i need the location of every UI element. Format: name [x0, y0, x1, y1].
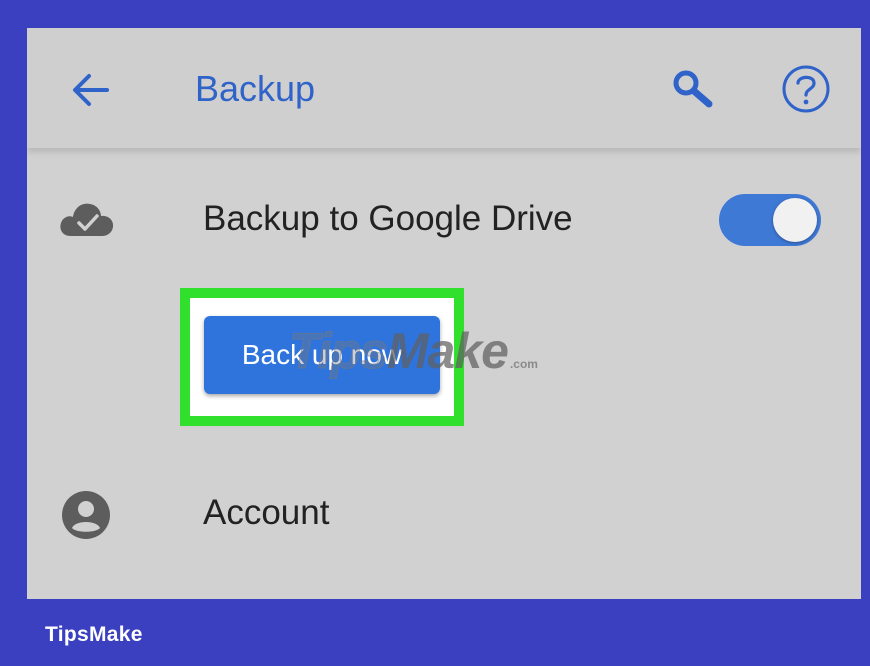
- help-circle-icon: [782, 65, 830, 113]
- app-toolbar: Backup: [27, 28, 861, 148]
- toggle-knob: [773, 198, 817, 242]
- search-icon: [673, 70, 713, 108]
- account-row[interactable]: Account: [27, 468, 861, 558]
- page-title: Backup: [195, 68, 316, 109]
- app-screen: Backup Backup to Google Drive Back up no…: [27, 28, 861, 599]
- arrow-left-icon: [73, 74, 109, 106]
- brand-bar: TipsMake: [0, 599, 870, 666]
- back-button[interactable]: [67, 66, 115, 114]
- account-label: Account: [203, 493, 330, 532]
- brand-logo-text: TipsMake: [45, 623, 143, 646]
- watermark-com: .com: [509, 357, 538, 371]
- search-button[interactable]: [667, 64, 719, 116]
- backup-toggle[interactable]: [719, 194, 821, 246]
- cloud-check-icon: [60, 203, 114, 236]
- back-up-now-button[interactable]: Back up now: [204, 316, 440, 394]
- backup-to-drive-label: Backup to Google Drive: [203, 199, 573, 238]
- help-button[interactable]: [779, 62, 833, 116]
- account-circle-icon: [62, 491, 110, 539]
- backup-to-drive-row[interactable]: Backup to Google Drive: [27, 178, 861, 258]
